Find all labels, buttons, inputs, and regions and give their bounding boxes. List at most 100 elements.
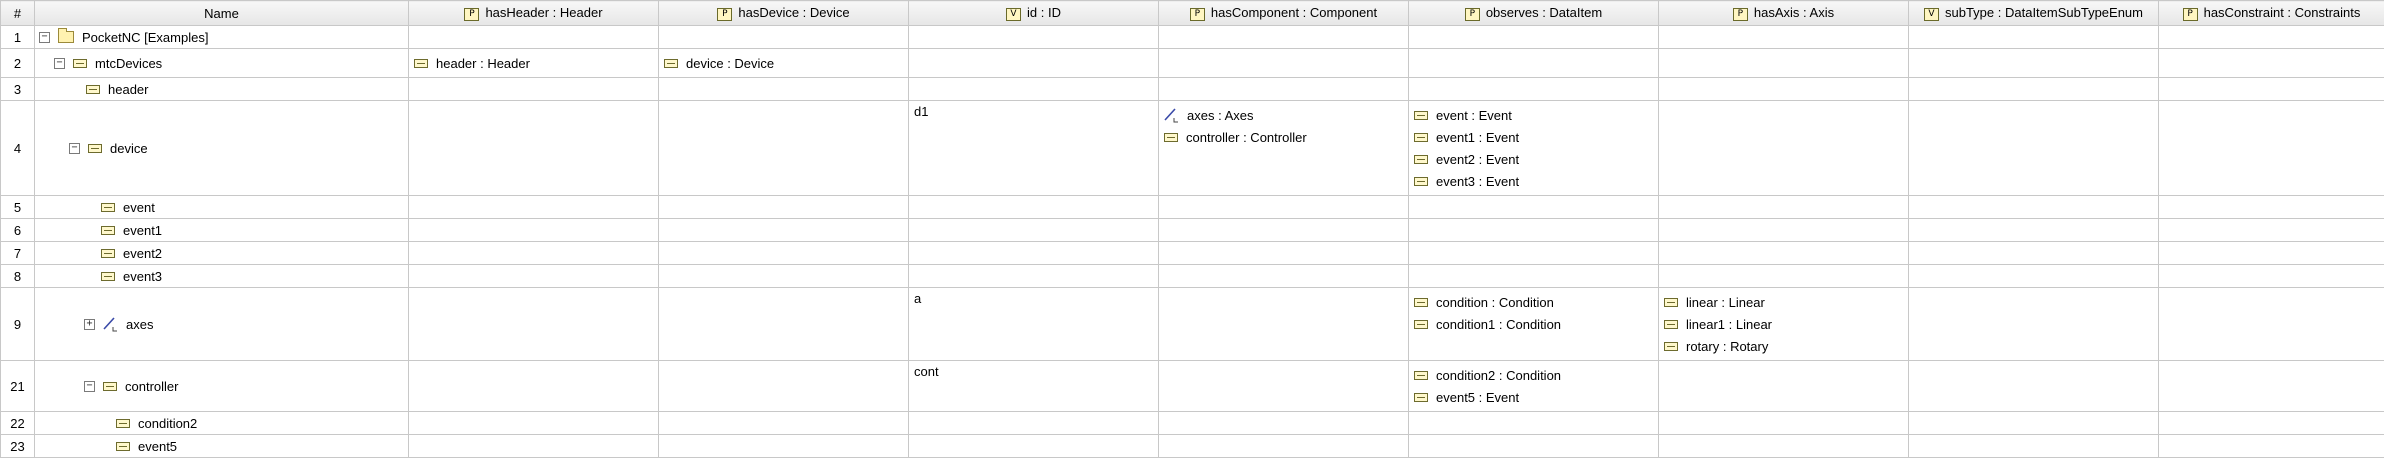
cell-hasHeader[interactable]: header : Header [409, 49, 659, 78]
cell-hasDevice[interactable] [659, 219, 909, 242]
cell-hasComponent[interactable] [1159, 265, 1409, 288]
table-row[interactable]: 23event5 [1, 435, 2384, 458]
cell-hasComponent[interactable] [1159, 435, 1409, 458]
cell-hasDevice[interactable] [659, 361, 909, 412]
cell-subType[interactable] [1909, 196, 2159, 219]
cell-observes[interactable]: event : Eventevent1 : Eventevent2 : Even… [1409, 101, 1659, 196]
cell-id[interactable] [909, 435, 1159, 458]
value-item[interactable]: linear1 : Linear [1664, 313, 1908, 335]
cell-hasConstraint[interactable] [2159, 412, 2384, 435]
tree-node[interactable]: −controller [35, 379, 408, 394]
table-row[interactable]: 4−deviced1axes : Axescontroller : Contro… [1, 101, 2384, 196]
column-header-name[interactable]: Name [35, 1, 409, 26]
cell-hasDevice[interactable] [659, 78, 909, 101]
tree-node[interactable]: −device [35, 141, 408, 156]
tree-node-cell[interactable]: event2 [35, 242, 409, 265]
tree-node-cell[interactable]: condition2 [35, 412, 409, 435]
tree-node-cell[interactable]: −device [35, 101, 409, 196]
table-row[interactable]: 5event [1, 196, 2384, 219]
tree-node[interactable]: event1 [35, 223, 408, 238]
value-item[interactable]: device : Device [664, 52, 908, 74]
cell-hasConstraint[interactable] [2159, 101, 2384, 196]
cell-hasAxis[interactable] [1659, 101, 1909, 196]
cell-id[interactable] [909, 265, 1159, 288]
tree-node[interactable]: +axes [35, 316, 408, 332]
cell-hasAxis[interactable]: linear : Linearlinear1 : Linearrotary : … [1659, 288, 1909, 361]
cell-subType[interactable] [1909, 49, 2159, 78]
column-header-has-device[interactable]: PhasDevice : Device [659, 1, 909, 26]
cell-hasConstraint[interactable] [2159, 78, 2384, 101]
cell-hasHeader[interactable] [409, 361, 659, 412]
table-row[interactable]: 7event2 [1, 242, 2384, 265]
value-item[interactable]: condition : Condition [1414, 291, 1658, 313]
table-row[interactable]: 22condition2 [1, 412, 2384, 435]
column-header-id[interactable]: Vid : ID [909, 1, 1159, 26]
tree-node[interactable]: header [35, 82, 408, 97]
cell-hasDevice[interactable] [659, 196, 909, 219]
cell-subType[interactable] [1909, 265, 2159, 288]
cell-id[interactable]: cont [909, 361, 1159, 412]
cell-hasAxis[interactable] [1659, 412, 1909, 435]
cell-hasConstraint[interactable] [2159, 435, 2384, 458]
column-header-has-axis[interactable]: PhasAxis : Axis [1659, 1, 1909, 26]
cell-hasDevice[interactable] [659, 265, 909, 288]
value-item[interactable]: event5 : Event [1414, 386, 1658, 408]
value-item[interactable]: header : Header [414, 52, 658, 74]
cell-hasConstraint[interactable] [2159, 196, 2384, 219]
column-header-sub-type[interactable]: VsubType : DataItemSubTypeEnum [1909, 1, 2159, 26]
table-row[interactable]: 1−PocketNC [Examples] [1, 26, 2384, 49]
value-item[interactable]: event3 : Event [1414, 170, 1658, 192]
value-item[interactable]: condition2 : Condition [1414, 364, 1658, 386]
tree-node[interactable]: event5 [35, 439, 408, 454]
cell-observes[interactable] [1409, 435, 1659, 458]
table-row[interactable]: 2−mtcDevicesheader : Headerdevice : Devi… [1, 49, 2384, 78]
cell-hasHeader[interactable] [409, 26, 659, 49]
tree-node-cell[interactable]: +axes [35, 288, 409, 361]
table-row[interactable]: 9+axesacondition : Conditioncondition1 :… [1, 288, 2384, 361]
tree-node[interactable]: condition2 [35, 416, 408, 431]
cell-hasConstraint[interactable] [2159, 242, 2384, 265]
cell-observes[interactable] [1409, 242, 1659, 265]
table-row[interactable]: 8event3 [1, 265, 2384, 288]
tree-node-cell[interactable]: −mtcDevices [35, 49, 409, 78]
cell-hasAxis[interactable] [1659, 196, 1909, 219]
collapse-toggle-icon[interactable]: − [69, 143, 80, 154]
cell-observes[interactable] [1409, 78, 1659, 101]
cell-hasComponent[interactable] [1159, 196, 1409, 219]
cell-hasDevice[interactable] [659, 242, 909, 265]
column-header-observes[interactable]: Pobserves : DataItem [1409, 1, 1659, 26]
cell-subType[interactable] [1909, 219, 2159, 242]
cell-hasComponent[interactable] [1159, 242, 1409, 265]
cell-hasConstraint[interactable] [2159, 26, 2384, 49]
cell-hasAxis[interactable] [1659, 435, 1909, 458]
cell-hasAxis[interactable] [1659, 26, 1909, 49]
cell-hasHeader[interactable] [409, 242, 659, 265]
cell-observes[interactable] [1409, 49, 1659, 78]
cell-id[interactable] [909, 78, 1159, 101]
expand-toggle-icon[interactable]: + [84, 319, 95, 330]
cell-id[interactable] [909, 196, 1159, 219]
value-item[interactable]: axes : Axes [1164, 104, 1408, 126]
cell-subType[interactable] [1909, 361, 2159, 412]
cell-id[interactable]: d1 [909, 101, 1159, 196]
tree-node[interactable]: event [35, 200, 408, 215]
cell-hasHeader[interactable] [409, 435, 659, 458]
collapse-toggle-icon[interactable]: − [39, 32, 50, 43]
cell-hasComponent[interactable] [1159, 49, 1409, 78]
cell-hasAxis[interactable] [1659, 265, 1909, 288]
cell-observes[interactable] [1409, 26, 1659, 49]
cell-hasAxis[interactable] [1659, 49, 1909, 78]
value-item[interactable]: rotary : Rotary [1664, 335, 1908, 357]
cell-observes[interactable]: condition2 : Conditionevent5 : Event [1409, 361, 1659, 412]
tree-node[interactable]: event3 [35, 269, 408, 284]
tree-node-cell[interactable]: event3 [35, 265, 409, 288]
cell-id[interactable] [909, 412, 1159, 435]
cell-hasHeader[interactable] [409, 101, 659, 196]
cell-hasAxis[interactable] [1659, 78, 1909, 101]
cell-subType[interactable] [1909, 435, 2159, 458]
cell-hasHeader[interactable] [409, 265, 659, 288]
cell-hasDevice[interactable]: device : Device [659, 49, 909, 78]
value-item[interactable]: event2 : Event [1414, 148, 1658, 170]
cell-hasComponent[interactable] [1159, 361, 1409, 412]
cell-observes[interactable] [1409, 196, 1659, 219]
